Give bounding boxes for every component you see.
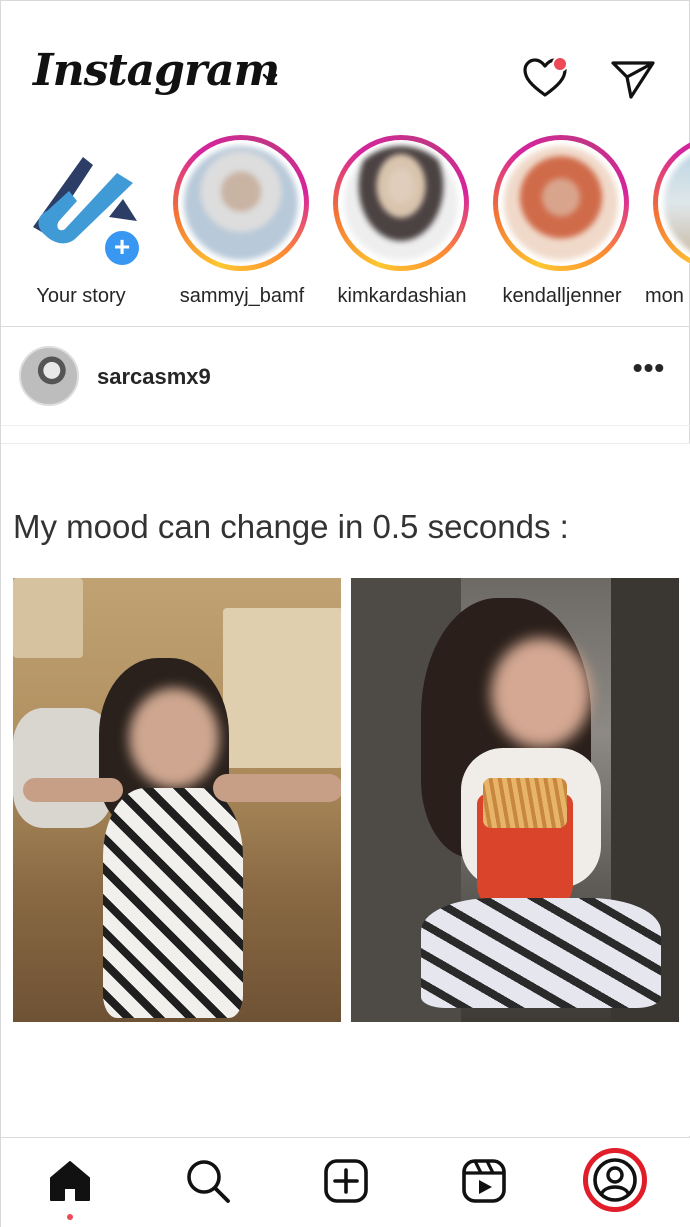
search-icon[interactable]: [183, 1156, 233, 1206]
story-kimkardashian[interactable]: kimkardashian: [317, 135, 469, 315]
post-avatar[interactable]: [19, 346, 79, 406]
chevron-down-icon[interactable]: [259, 67, 281, 89]
meme-caption: My mood can change in 0.5 seconds :: [13, 508, 569, 545]
profile-icon[interactable]: [590, 1155, 640, 1205]
story-sammyj-bamf[interactable]: sammyj_bamf: [157, 135, 309, 315]
story-ring: [493, 135, 629, 271]
active-indicator: [67, 1214, 73, 1220]
instagram-logo[interactable]: Instagram: [33, 45, 280, 96]
bottom-nav: [1, 1137, 690, 1227]
avatar: [344, 146, 458, 260]
meme-photo-right: [351, 578, 679, 1022]
new-post-icon[interactable]: [321, 1156, 371, 1206]
home-icon[interactable]: [45, 1156, 95, 1206]
avatar: [184, 146, 298, 260]
more-options-icon[interactable]: •••: [629, 354, 669, 388]
post-image[interactable]: My mood can change in 0.5 seconds :: [1, 444, 690, 1136]
story-partial[interactable]: mon: [637, 135, 690, 315]
story-kendalljenner[interactable]: kendalljenner: [477, 135, 629, 315]
send-icon[interactable]: [609, 55, 657, 103]
story-label: kimkardashian: [337, 285, 467, 307]
post-username[interactable]: sarcasmx9: [97, 364, 211, 390]
meme-photo-left: [13, 578, 341, 1022]
avatar: [504, 146, 618, 260]
heart-icon[interactable]: [521, 55, 569, 103]
story-your-story[interactable]: + Your story: [21, 141, 151, 321]
story-label: sammyj_bamf: [179, 285, 305, 307]
stories-tray: + Your story sammyj_bamf kimkardashian k…: [1, 131, 690, 327]
story-ring: [653, 135, 690, 271]
add-story-icon[interactable]: +: [101, 227, 143, 269]
post-header: sarcasmx9 •••: [1, 328, 690, 426]
story-label: mon: [645, 285, 684, 307]
avatar: [664, 146, 690, 260]
notification-dot: [552, 56, 568, 72]
story-label: kendalljenner: [502, 285, 622, 307]
story-ring: [173, 135, 309, 271]
top-bar: Instagram: [1, 1, 690, 131]
story-ring: [333, 135, 469, 271]
reels-icon[interactable]: [459, 1156, 509, 1206]
story-label: Your story: [36, 285, 126, 307]
